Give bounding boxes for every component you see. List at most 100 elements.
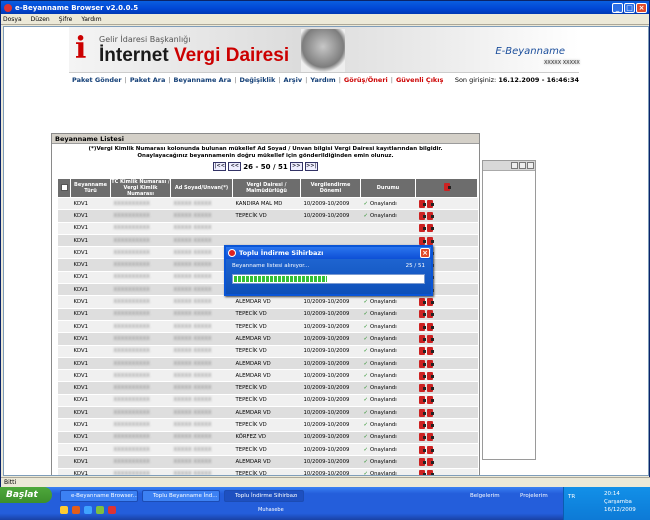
pdf-accrual-icon[interactable] bbox=[426, 236, 434, 245]
maximize-button[interactable]: □ bbox=[624, 2, 635, 13]
pdf-download-icon[interactable] bbox=[418, 457, 426, 466]
nav-logout[interactable]: Güvenli Çıkış bbox=[396, 76, 443, 84]
pager-next-button[interactable]: >> bbox=[289, 162, 303, 171]
row-select-cell[interactable] bbox=[57, 381, 71, 395]
quicklaunch-folder-icon[interactable] bbox=[60, 506, 68, 514]
pdf-accrual-icon[interactable] bbox=[426, 384, 434, 393]
pdf-download-icon[interactable] bbox=[418, 211, 426, 220]
pdf-accrual-icon[interactable] bbox=[426, 224, 434, 233]
link-projelerim[interactable]: Projelerim bbox=[520, 493, 548, 499]
menu-yardim[interactable]: Yardım bbox=[81, 16, 101, 23]
table-row[interactable]: KDV1 XXXXXXXXXX XXXXX XXXXX bbox=[57, 222, 478, 235]
table-row[interactable]: KDV1 XXXXXXXXXX XXXXX XXXXX ALEMDAR VD 10/20… bbox=[57, 455, 478, 469]
pdf-download-icon[interactable] bbox=[418, 236, 426, 245]
start-button[interactable]: Başlat bbox=[0, 487, 52, 503]
row-select-cell[interactable] bbox=[57, 443, 71, 457]
table-row[interactable]: KDV1 XXXXXXXXXX XXXXX XXXXX ALEMDAR VD 10/20… bbox=[57, 406, 478, 420]
nav-yardim[interactable]: Yardım bbox=[310, 76, 335, 84]
row-select-cell[interactable] bbox=[57, 357, 71, 371]
pdf-download-icon[interactable] bbox=[418, 310, 426, 319]
pdf-download-icon[interactable] bbox=[418, 298, 426, 307]
pdf-accrual-icon[interactable] bbox=[426, 371, 434, 380]
row-select-cell[interactable] bbox=[57, 295, 71, 309]
table-row[interactable]: KDV1 XXXXXXXXXX XXXXX XXXXX TEPECİK VD 10/20… bbox=[57, 320, 478, 334]
menu-dosya[interactable]: Dosya bbox=[3, 16, 22, 23]
row-select-cell[interactable] bbox=[57, 345, 71, 358]
row-select-cell[interactable] bbox=[57, 271, 71, 285]
row-select-cell[interactable] bbox=[57, 431, 71, 444]
language-indicator[interactable]: TR bbox=[568, 494, 575, 500]
row-select-cell[interactable] bbox=[57, 406, 71, 420]
pdf-download-icon[interactable] bbox=[418, 359, 426, 368]
table-row[interactable]: KDV1 XXXXXXXXXX XXXXX XXXXX TEPECİK VD 10/20… bbox=[57, 209, 478, 223]
pdf-accrual-icon[interactable] bbox=[426, 211, 434, 220]
panel-minimize-icon[interactable] bbox=[511, 162, 518, 169]
pdf-download-icon[interactable] bbox=[418, 433, 426, 442]
pdf-accrual-icon[interactable] bbox=[426, 457, 434, 466]
quicklaunch-app-icon[interactable] bbox=[96, 506, 104, 514]
menu-sifre[interactable]: Şifre bbox=[59, 16, 73, 23]
pdf-accrual-icon[interactable] bbox=[426, 334, 434, 343]
pdf-accrual-icon[interactable] bbox=[426, 199, 434, 208]
pdf-download-icon[interactable] bbox=[418, 347, 426, 356]
pdf-download-icon[interactable] bbox=[418, 334, 426, 343]
row-select-cell[interactable] bbox=[57, 308, 71, 321]
pdf-download-icon[interactable] bbox=[418, 408, 426, 417]
pdf-download-icon[interactable] bbox=[418, 420, 426, 429]
row-select-cell[interactable] bbox=[57, 394, 71, 408]
pdf-download-icon[interactable] bbox=[418, 322, 426, 331]
pdf-accrual-icon[interactable] bbox=[426, 298, 434, 307]
table-row[interactable]: KDV1 XXXXXXXXXX XXXXX XXXXX ALEMDAR VD 10/20… bbox=[57, 295, 478, 309]
nav-feedback[interactable]: Görüş/Öneri bbox=[344, 76, 388, 84]
nav-beyanname-ara[interactable]: Beyanname Ara bbox=[174, 76, 232, 84]
row-select-cell[interactable] bbox=[57, 246, 71, 260]
pager-prev-button[interactable]: << bbox=[228, 162, 242, 171]
nav-paket-gonder[interactable]: Paket Gönder bbox=[72, 76, 122, 84]
pdf-download-icon[interactable] bbox=[418, 470, 426, 475]
table-row[interactable]: KDV1 XXXXXXXXXX XXXXX XXXXX KANDIRA MAL MD 1… bbox=[57, 197, 478, 211]
clock[interactable]: 20:14 Çarşamba 16/12/2009 bbox=[604, 490, 636, 514]
pdf-download-icon[interactable] bbox=[418, 371, 426, 380]
pdf-accrual-icon[interactable] bbox=[426, 310, 434, 319]
pdf-accrual-icon[interactable] bbox=[426, 445, 434, 454]
row-select-cell[interactable] bbox=[57, 418, 71, 432]
table-row[interactable]: KDV1 XXXXXXXXXX XXXXX XXXXX TEPECİK VD 10/20… bbox=[57, 381, 478, 395]
close-button[interactable]: × bbox=[636, 2, 647, 13]
table-row[interactable]: KDV1 XXXXXXXXXX XXXXX XXXXX ALEMDAR VD 10/20… bbox=[57, 369, 478, 383]
pdf-download-icon[interactable] bbox=[418, 384, 426, 393]
nav-degisiklik[interactable]: Değişiklik bbox=[239, 76, 275, 84]
table-row[interactable]: KDV1 XXXXXXXXXX XXXXX XXXXX ALEMDAR VD 10/20… bbox=[57, 357, 478, 371]
row-select-cell[interactable] bbox=[57, 234, 71, 248]
nav-arsiv[interactable]: Arşiv bbox=[284, 76, 303, 84]
table-row[interactable]: KDV1 XXXXXXXXXX XXXXX XXXXX KÖRFEZ VD 10/200… bbox=[57, 431, 478, 444]
table-row[interactable]: KDV1 XXXXXXXXXX XXXXX XXXXX TEPECİK VD 10/20… bbox=[57, 468, 478, 475]
row-select-cell[interactable] bbox=[57, 455, 71, 469]
table-row[interactable]: KDV1 XXXXXXXXXX XXXXX XXXXX TEPECİK VD 10/20… bbox=[57, 394, 478, 408]
row-select-cell[interactable] bbox=[57, 222, 71, 235]
row-select-cell[interactable] bbox=[57, 258, 71, 272]
row-select-cell[interactable] bbox=[57, 209, 71, 223]
pager-first-button[interactable]: |<< bbox=[213, 162, 227, 171]
row-select-cell[interactable] bbox=[57, 283, 71, 297]
row-select-cell[interactable] bbox=[57, 332, 71, 346]
pdf-accrual-icon[interactable] bbox=[426, 322, 434, 331]
select-all-header[interactable] bbox=[57, 178, 71, 198]
pdf-download-icon[interactable] bbox=[418, 224, 426, 233]
row-select-cell[interactable] bbox=[57, 320, 71, 334]
dialog-close-button[interactable]: × bbox=[420, 248, 430, 258]
panel-close-icon[interactable] bbox=[527, 162, 534, 169]
row-select-cell[interactable] bbox=[57, 369, 71, 383]
pdf-accrual-icon[interactable] bbox=[426, 408, 434, 417]
pdf-download-icon[interactable] bbox=[418, 199, 426, 208]
link-belgelerim[interactable]: Belgelerim bbox=[470, 493, 500, 499]
panel-restore-icon[interactable] bbox=[519, 162, 526, 169]
menu-duzen[interactable]: Düzen bbox=[31, 16, 50, 23]
pdf-accrual-icon[interactable] bbox=[426, 433, 434, 442]
nav-paket-ara[interactable]: Paket Ara bbox=[130, 76, 166, 84]
table-row[interactable]: KDV1 XXXXXXXXXX XXXXX XXXXX TEPECİK VD 10/20… bbox=[57, 308, 478, 321]
table-row[interactable]: KDV1 XXXXXXXXXX XXXXX XXXXX TEPECİK VD 10/20… bbox=[57, 418, 478, 432]
pdf-download-icon[interactable] bbox=[418, 396, 426, 405]
select-all-checkbox[interactable] bbox=[60, 183, 68, 191]
minimize-button[interactable]: _ bbox=[612, 2, 623, 13]
pdf-accrual-icon[interactable] bbox=[426, 347, 434, 356]
